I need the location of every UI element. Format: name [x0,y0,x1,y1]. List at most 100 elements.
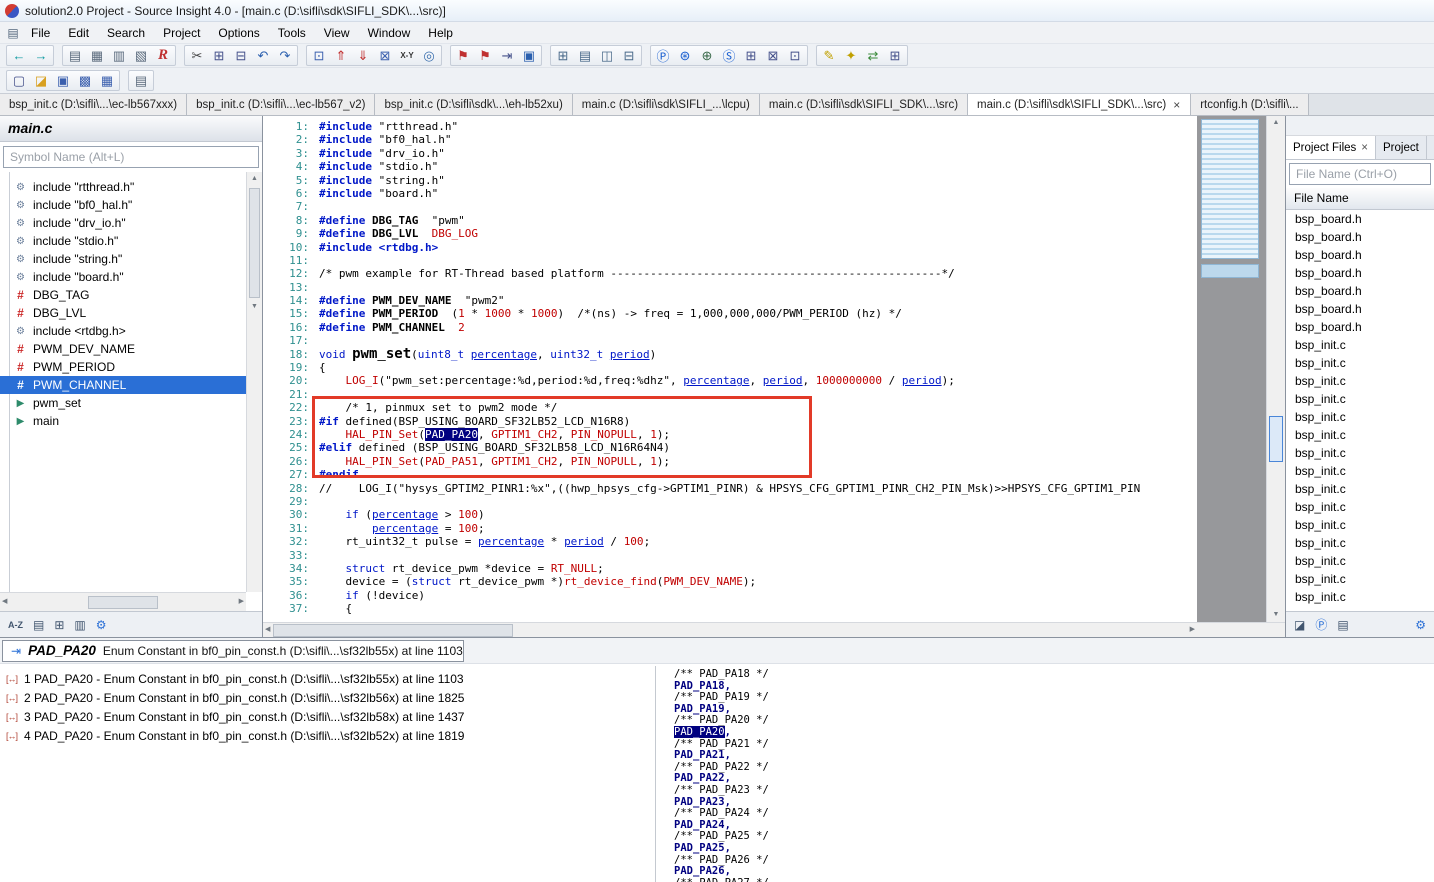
file-list-item[interactable]: bsp_board.h [1286,318,1434,336]
tab-project-files[interactable]: Project Files × [1286,136,1376,159]
flag-prev-icon[interactable]: ⚑ [452,47,474,65]
symbol-item[interactable]: ▶pwm_set [0,394,246,412]
open-file-icon[interactable]: ◪ [30,72,52,90]
code-line[interactable]: 29: [263,495,1197,508]
code-line[interactable]: 5:#include "string.h" [263,174,1197,187]
file-tab[interactable]: main.c (D:\sifli\sdk\SIFLI_SDK\...\src) [760,94,968,115]
scrollbar-thumb[interactable] [1269,416,1283,462]
sort-az-icon[interactable]: A-Z [8,620,23,630]
menu-options[interactable]: Options [209,23,268,43]
code-line[interactable]: 12:/* pwm example for RT-Thread based pl… [263,267,1197,280]
menu-edit[interactable]: Edit [59,23,98,43]
code-line[interactable]: 26: HAL_PIN_Set(PAD_PA51, GPTIM1_CH2, PI… [263,455,1197,468]
sync-icon[interactable]: ⇄ [862,47,884,65]
preview-line[interactable]: /** PAD_PA18 */ [674,669,1434,681]
search-result-item[interactable]: [↔]3 PAD_PA20 - Enum Constant in bf0_pin… [0,707,654,726]
code-line[interactable]: 32: rt_uint32_t pulse = percentage * per… [263,535,1197,548]
symbols-icon[interactable]: Ⓢ [718,47,740,65]
r-logo-icon[interactable]: R [152,47,174,65]
menu-project[interactable]: Project [154,23,209,43]
preview-line[interactable]: /** PAD_PA27 */ [674,878,1434,882]
editor-vscrollbar[interactable]: ▲ ▼ [1266,116,1285,622]
editor-hscrollbar[interactable]: ◀ ▶ [263,622,1197,637]
scroll-down-icon[interactable]: ▼ [1267,608,1285,622]
file-list-item[interactable]: bsp_init.c [1286,534,1434,552]
code-line[interactable]: 28:// LOG_I("hysys_GPTIM2_PINR1:%x",((hw… [263,482,1197,495]
symbol-item[interactable]: ▶main [0,412,246,430]
file-list-item[interactable]: bsp_board.h [1286,264,1434,282]
members-icon[interactable]: ⊞ [54,618,64,632]
file-list-item[interactable]: bsp_init.c [1286,516,1434,534]
code-line[interactable]: 27:#endif [263,468,1197,481]
code-line[interactable]: 18:void pwm_set(uint8_t percentage, uint… [263,348,1197,361]
code-line[interactable]: 24: HAL_PIN_Set(PAD_PA20, GPTIM1_CH2, PI… [263,428,1197,441]
code-editor[interactable]: 1:#include "rtthread.h"2:#include "bf0_h… [263,116,1197,622]
file-list-item[interactable]: bsp_init.c [1286,390,1434,408]
scrollbar-thumb[interactable] [249,188,260,298]
menu-help[interactable]: Help [419,23,462,43]
code-line[interactable]: 35: device = (struct rt_device_pwm *)rt_… [263,575,1197,588]
file-list-item[interactable]: bsp_init.c [1286,552,1434,570]
play-icon[interactable]: Ⓟ [652,47,674,65]
preview-line[interactable]: PAD_PA26, [674,866,1434,878]
paste-icon[interactable]: ⊟ [230,47,252,65]
preview-line[interactable]: PAD_PA20, [674,727,1434,739]
doc-mark-icon[interactable]: ▧ [130,47,152,65]
save-icon[interactable]: ▣ [52,72,74,90]
code-area[interactable]: 1:#include "rtthread.h"2:#include "bf0_h… [263,116,1197,615]
file-list-item[interactable]: bsp_board.h [1286,210,1434,228]
close-icon[interactable]: × [1361,142,1368,154]
symbol-list-scrollbar[interactable]: ▲ ▼ [246,172,262,592]
doc-add-icon[interactable]: ⊞ [740,47,762,65]
file-tab[interactable]: rtconfig.h (D:\sifli\... [1191,94,1308,115]
gear-icon[interactable]: ⚙ [1415,618,1426,632]
indent-icon[interactable]: ⇥ [496,47,518,65]
copy-icon[interactable]: ⊞ [208,47,230,65]
search-result-item[interactable]: [↔]1 PAD_PA20 - Enum Constant in bf0_pin… [0,669,654,688]
code-line[interactable]: 30: if (percentage > 100) [263,508,1197,521]
scrollbar-thumb[interactable] [273,624,513,637]
document-icon[interactable]: ▤ [4,26,22,40]
goto-icon[interactable]: ▣ [518,47,540,65]
search-files-icon[interactable]: ⊡ [308,47,330,65]
code-line[interactable]: 3:#include "drv_io.h" [263,147,1197,160]
code-line[interactable]: 19:{ [263,361,1197,374]
preview-line[interactable]: /** PAD_PA20 */ [674,715,1434,727]
symbol-item[interactable]: ⚙include "drv_io.h" [0,214,246,232]
symbol-item[interactable]: ⚙include "stdio.h" [0,232,246,250]
play-icon[interactable]: Ⓟ [1315,616,1327,633]
doc-check-icon[interactable]: ▦ [86,47,108,65]
flag-next-icon[interactable]: ⚑ [474,47,496,65]
list-icon[interactable]: ▤ [1337,618,1348,632]
file-tab[interactable]: bsp_init.c (D:\sifli\sdk\...\eh-lb52xu) [375,94,572,115]
code-line[interactable]: 2:#include "bf0_hal.h" [263,133,1197,146]
code-line[interactable]: 11: [263,254,1197,267]
file-tab[interactable]: bsp_init.c (D:\sifli\...\ec-lb567_v2) [187,94,375,115]
doc-book-icon[interactable]: ▥ [108,47,130,65]
code-line[interactable]: 6:#include "board.h" [263,187,1197,200]
window-split-icon[interactable]: ⊞ [552,47,574,65]
file-list-item[interactable]: bsp_init.c [1286,462,1434,480]
code-line[interactable]: 4:#include "stdio.h" [263,160,1197,173]
code-line[interactable]: 8:#define DBG_TAG "pwm" [263,214,1197,227]
highlighter-icon[interactable]: ✎ [818,47,840,65]
code-line[interactable]: 25:#elif defined (BSP_USING_BOARD_SF32LB… [263,441,1197,454]
preview-line[interactable]: /** PAD_PA19 */ [674,692,1434,704]
file-tab[interactable]: main.c (D:\sifli\sdk\SIFLI_...\lcpu) [573,94,760,115]
symbol-item[interactable]: #DBG_LVL [0,304,246,322]
new-file-icon[interactable]: ▢ [8,72,30,90]
code-preview[interactable]: /** PAD_PA18 */PAD_PA18,/** PAD_PA19 */P… [655,666,1434,882]
preview-line[interactable]: /** PAD_PA23 */ [674,785,1434,797]
code-line[interactable]: 1:#include "rtthread.h" [263,120,1197,133]
folder-icon[interactable]: ◪ [1294,618,1305,632]
file-name-input[interactable] [1289,163,1431,185]
menu-view[interactable]: View [315,23,359,43]
search-doc-icon[interactable]: ⊠ [374,47,396,65]
redo-icon[interactable]: ↷ [274,47,296,65]
gear-icon[interactable]: ⚙ [96,618,107,632]
scroll-up-icon[interactable]: ▲ [247,172,262,186]
preview-line[interactable]: PAD_PA23, [674,797,1434,809]
symbol-item[interactable]: #PWM_PERIOD [0,358,246,376]
code-line[interactable]: 31: percentage = 100; [263,522,1197,535]
scroll-up-icon[interactable]: ▲ [1267,116,1285,130]
